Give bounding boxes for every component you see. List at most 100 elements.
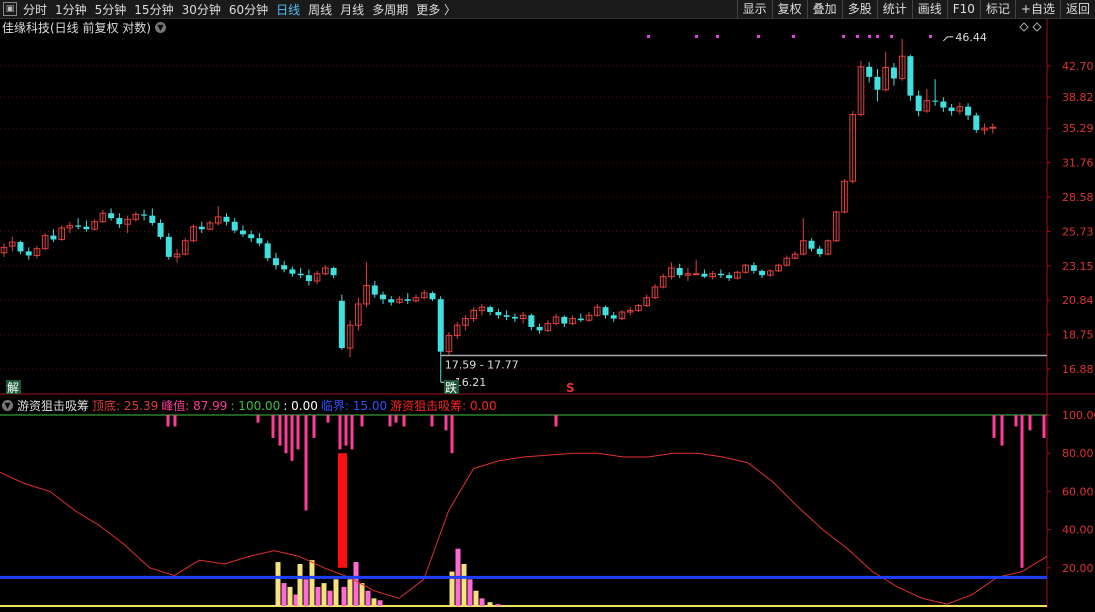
indicator-pink-bar bbox=[256, 415, 260, 423]
indicator-volume-bar bbox=[309, 560, 315, 606]
candle-body bbox=[429, 293, 436, 300]
candle-body bbox=[940, 101, 947, 108]
candle-body bbox=[948, 107, 955, 112]
candle-body bbox=[487, 307, 494, 312]
indicator-volume-bar bbox=[365, 590, 371, 606]
indicator-pink-bar bbox=[304, 415, 308, 511]
indicator-tick-label: 100.00 bbox=[1062, 409, 1095, 422]
candle-body bbox=[528, 315, 535, 327]
indicator-volume-bar bbox=[281, 583, 287, 606]
candle-body bbox=[577, 318, 584, 321]
indicator-pink-bar bbox=[290, 415, 294, 461]
candle-body bbox=[759, 270, 766, 276]
indicator-volume-bar bbox=[327, 590, 333, 606]
indicator-volume-bar bbox=[321, 583, 327, 606]
indicator-volume-bar bbox=[495, 604, 501, 606]
chart-canvas[interactable]: 42.70 38.82 35.29 31.76 28.58 25.73 23.15 20.84… bbox=[0, 0, 1095, 612]
indicator-tick-label: 40.00 bbox=[1062, 524, 1094, 537]
candle-body bbox=[281, 265, 288, 270]
indicator-volume-bar bbox=[461, 563, 467, 606]
candle-body bbox=[388, 299, 395, 303]
candle-body bbox=[717, 273, 724, 276]
indicator-volume-bar bbox=[347, 579, 353, 606]
candle-body bbox=[676, 267, 683, 276]
candle-body bbox=[965, 106, 972, 116]
candle-body bbox=[750, 265, 757, 271]
price-tick-label: 28.58 bbox=[1062, 191, 1094, 204]
candle-body bbox=[973, 115, 980, 130]
indicator-pink-bar bbox=[1000, 415, 1004, 446]
candle-body bbox=[289, 269, 296, 274]
candle-body bbox=[239, 230, 246, 235]
candle-body bbox=[305, 275, 312, 282]
candle-body bbox=[915, 95, 922, 112]
indicator-volume-bar bbox=[297, 563, 303, 606]
indicator-volume-bar bbox=[371, 598, 377, 606]
indicator-red-block bbox=[338, 453, 347, 568]
candle-body bbox=[701, 273, 708, 277]
candle-body bbox=[866, 66, 873, 77]
price-tick-label: 18.75 bbox=[1062, 329, 1094, 342]
candle-body bbox=[371, 285, 378, 295]
candle-body bbox=[25, 251, 32, 256]
candle-body bbox=[83, 226, 90, 230]
tag-s: S bbox=[566, 381, 575, 395]
indicator-volume-bar bbox=[287, 586, 293, 606]
indicator-pink-bar bbox=[338, 415, 342, 450]
price-tick-label: 20.84 bbox=[1062, 294, 1094, 307]
signal-dot bbox=[856, 35, 859, 38]
indicator-pink-bar bbox=[992, 415, 996, 438]
indicator-tick-label: 60.00 bbox=[1062, 485, 1094, 498]
candle-body bbox=[380, 294, 387, 300]
indicator-pink-bar bbox=[278, 415, 282, 446]
signal-dot bbox=[757, 35, 760, 38]
indicator-curve bbox=[0, 452, 1048, 605]
candle-body bbox=[297, 273, 304, 276]
candle-body bbox=[511, 316, 518, 319]
indicator-pink-bar bbox=[1028, 415, 1032, 431]
candle-body bbox=[157, 222, 164, 237]
signal-dot bbox=[890, 35, 893, 38]
indicator-pink-bar bbox=[1042, 415, 1046, 438]
indicator-pink-bar bbox=[326, 415, 330, 423]
diamond-icon bbox=[1032, 22, 1042, 32]
candle-body bbox=[338, 300, 345, 349]
indicator-pink-bar bbox=[554, 415, 558, 427]
signal-dot bbox=[647, 35, 650, 38]
indicator-volume-bar bbox=[487, 602, 493, 606]
indicator-volume-bar bbox=[333, 579, 339, 606]
signal-dot bbox=[876, 35, 879, 38]
signal-dot bbox=[868, 35, 871, 38]
price-tick-label: 16.88 bbox=[1062, 363, 1094, 376]
candle-body bbox=[808, 240, 815, 249]
indicator-pink-bar bbox=[450, 415, 454, 454]
candle-body bbox=[692, 273, 700, 276]
indicator-volume-bar bbox=[315, 586, 321, 606]
signal-dot bbox=[929, 35, 932, 38]
candle-body bbox=[536, 326, 543, 331]
candle-body bbox=[198, 226, 205, 230]
low-label: 16.21 bbox=[455, 376, 487, 389]
candle-body bbox=[495, 311, 502, 316]
indicator-tick-label: 20.00 bbox=[1062, 562, 1094, 575]
candle-body bbox=[907, 56, 914, 96]
indicator-pink-bar bbox=[430, 415, 434, 427]
price-tick-label: 38.82 bbox=[1062, 91, 1094, 104]
candle-body bbox=[610, 315, 617, 319]
indicator-pink-bar bbox=[284, 415, 288, 454]
candle-body bbox=[141, 214, 148, 216]
indicator-pink-bar bbox=[296, 415, 300, 450]
candle-body bbox=[503, 315, 510, 317]
candle-body bbox=[330, 267, 337, 276]
indicator-volume-bar bbox=[473, 590, 479, 606]
indicator-volume-bar bbox=[467, 579, 473, 606]
candle-body bbox=[116, 218, 123, 225]
candle-body bbox=[874, 76, 881, 90]
indicator-volume-bar bbox=[303, 579, 309, 606]
indicator-pink-bar bbox=[444, 415, 448, 431]
indicator-pink-bar bbox=[394, 415, 398, 423]
indicator-pink-bar bbox=[402, 415, 406, 427]
indicator-volume-bar bbox=[479, 598, 485, 606]
candle-body bbox=[726, 275, 733, 279]
indicator-pink-bar bbox=[388, 415, 392, 427]
